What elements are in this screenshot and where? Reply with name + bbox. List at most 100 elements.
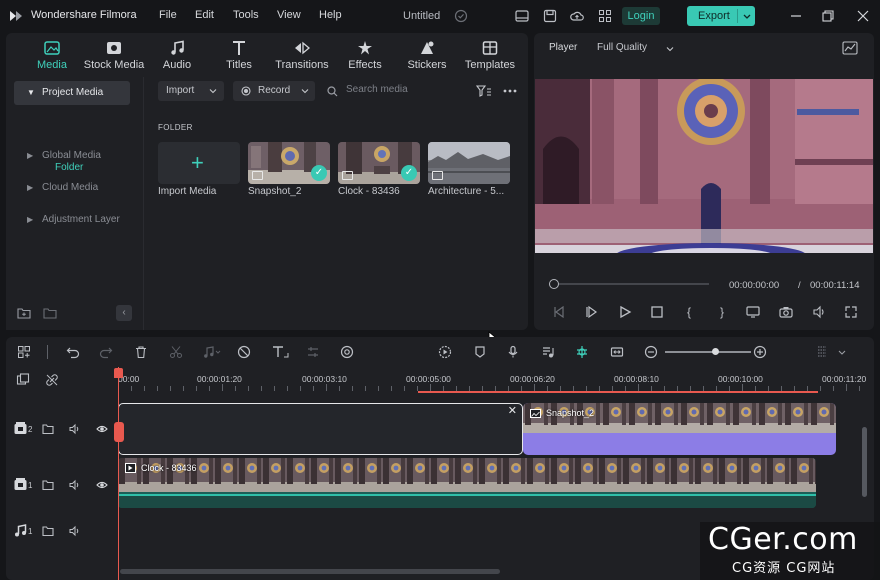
video-preview[interactable]	[535, 79, 873, 253]
timeline-horizontal-scrollbar[interactable]	[120, 569, 500, 574]
sidebar-item-adjustment-layer[interactable]: ▶ Adjustment Layer	[14, 208, 130, 232]
media-item-snapshot[interactable]: ✓ Snapshot_2	[248, 142, 330, 197]
eye-icon[interactable]	[96, 479, 108, 491]
media-item-architecture[interactable]: Architecture - 5...	[428, 142, 510, 197]
magnetic-snap-icon[interactable]	[575, 345, 589, 359]
scissors-icon[interactable]	[169, 345, 183, 359]
sidebar-item-project-media[interactable]: ▼ Project Media	[14, 81, 130, 105]
close-window-icon[interactable]	[856, 9, 870, 23]
export-button[interactable]: Export	[687, 6, 755, 26]
folder-lock-icon[interactable]	[42, 479, 54, 491]
audio-edit-icon[interactable]	[202, 345, 222, 359]
render-preview-icon[interactable]	[438, 345, 452, 359]
import-dropdown[interactable]: Import	[158, 81, 224, 101]
timeline-ruler[interactable]: 00:00 00:00:01:20 00:00:03:10 00:00:05:0…	[118, 371, 874, 393]
undo-icon[interactable]	[66, 345, 80, 359]
stop-icon[interactable]	[650, 305, 664, 319]
tab-transitions[interactable]: Transitions	[271, 33, 333, 77]
new-folder-icon[interactable]	[17, 307, 31, 319]
collapse-sidebar-button[interactable]: ‹	[116, 305, 132, 321]
add-track-icon[interactable]	[16, 373, 30, 387]
audio-toggle-icon[interactable]	[69, 479, 81, 491]
zoom-slider-handle[interactable]	[712, 348, 719, 355]
play-icon[interactable]	[618, 305, 632, 319]
playhead-handle[interactable]	[114, 368, 123, 378]
more-options-icon[interactable]	[503, 89, 517, 93]
volume-icon[interactable]	[812, 305, 826, 319]
text-tool-icon[interactable]	[272, 345, 290, 359]
speed-disabled-icon[interactable]	[237, 345, 251, 359]
audio-mixer-icon[interactable]	[541, 345, 555, 359]
menu-file[interactable]: File	[159, 9, 177, 21]
apps-grid-icon[interactable]	[598, 9, 612, 23]
chevron-down-icon[interactable]	[838, 345, 846, 359]
login-button[interactable]: Login	[622, 7, 660, 25]
adjust-icon[interactable]	[306, 345, 320, 359]
tab-media[interactable]: Media	[21, 33, 83, 77]
playhead-line[interactable]	[118, 367, 119, 580]
quality-dropdown[interactable]: Full Quality	[597, 42, 674, 53]
eye-icon[interactable]	[96, 423, 108, 435]
zoom-slider-track[interactable]	[665, 351, 751, 353]
ai-tools-icon[interactable]	[340, 345, 354, 359]
zoom-in-icon[interactable]	[753, 345, 767, 359]
fit-timeline-icon[interactable]	[610, 345, 624, 359]
menu-edit[interactable]: Edit	[195, 9, 214, 21]
chevron-down-icon[interactable]	[742, 7, 752, 25]
track-height-icon[interactable]	[815, 345, 829, 359]
import-media-thumb[interactable]: +	[158, 142, 240, 184]
record-dropdown[interactable]: Record	[233, 81, 315, 101]
mark-out-icon[interactable]: }	[715, 305, 729, 319]
redo-icon[interactable]	[99, 345, 113, 359]
minimize-icon[interactable]	[789, 9, 803, 23]
sidebar-item-cloud-media[interactable]: ▶ Cloud Media	[14, 176, 130, 200]
restore-icon[interactable]	[821, 9, 835, 23]
cloud-upload-icon[interactable]	[570, 9, 584, 23]
scopes-icon[interactable]	[842, 41, 858, 55]
delete-icon[interactable]	[134, 345, 148, 359]
save-icon[interactable]	[543, 9, 557, 23]
clip-snapshot[interactable]: Snapshot_2	[523, 403, 836, 455]
mark-in-icon[interactable]: {	[682, 305, 696, 319]
clip-trim-handle[interactable]	[114, 422, 124, 442]
next-frame-icon[interactable]	[585, 305, 599, 319]
folder-lock-icon[interactable]	[42, 423, 54, 435]
previous-frame-icon[interactable]	[552, 305, 566, 319]
import-media-tile[interactable]: + Import Media	[158, 142, 240, 197]
tab-titles[interactable]: Titles	[208, 33, 270, 77]
layout-grid-icon[interactable]	[17, 345, 31, 359]
link-icon[interactable]	[45, 373, 59, 387]
zoom-out-icon[interactable]	[644, 345, 658, 359]
media-thumbnail[interactable]	[428, 142, 510, 184]
folder-lock-icon[interactable]	[42, 525, 54, 537]
tab-effects[interactable]: Effects	[334, 33, 396, 77]
snapshot-camera-icon[interactable]	[779, 305, 793, 319]
search-input[interactable]: Search media	[346, 84, 408, 95]
sidebar-item-global-media[interactable]: ▶ Global Media	[14, 144, 130, 168]
filter-sort-icon[interactable]	[476, 85, 492, 98]
layout-icon[interactable]	[515, 9, 529, 23]
display-settings-icon[interactable]	[746, 305, 760, 319]
menu-tools[interactable]: Tools	[233, 9, 259, 21]
media-thumbnail[interactable]: ✓	[338, 142, 420, 184]
folder-icon[interactable]	[43, 307, 57, 319]
media-item-clock[interactable]: ✓ Clock - 83436	[338, 142, 420, 197]
selected-empty-clip[interactable]: ✕	[118, 403, 523, 455]
clip-clock[interactable]: Clock - 83436	[118, 458, 816, 508]
tab-stock-media[interactable]: Stock Media	[83, 33, 145, 77]
player-scrubber-track[interactable]	[549, 283, 709, 285]
timeline-vertical-scrollbar[interactable]	[862, 427, 867, 497]
audio-toggle-icon[interactable]	[69, 423, 81, 435]
tab-audio[interactable]: Audio	[146, 33, 208, 77]
menu-help[interactable]: Help	[319, 9, 342, 21]
fullscreen-icon[interactable]	[844, 305, 858, 319]
media-thumbnail[interactable]: ✓	[248, 142, 330, 184]
tab-templates[interactable]: Templates	[459, 33, 521, 77]
player-scrubber-handle[interactable]	[549, 279, 559, 289]
tab-stickers[interactable]: Stickers	[396, 33, 458, 77]
menu-view[interactable]: View	[277, 9, 301, 21]
microphone-icon[interactable]	[506, 345, 520, 359]
marker-icon[interactable]	[473, 345, 487, 359]
close-icon[interactable]: ✕	[508, 404, 517, 417]
audio-toggle-icon[interactable]	[69, 525, 81, 537]
